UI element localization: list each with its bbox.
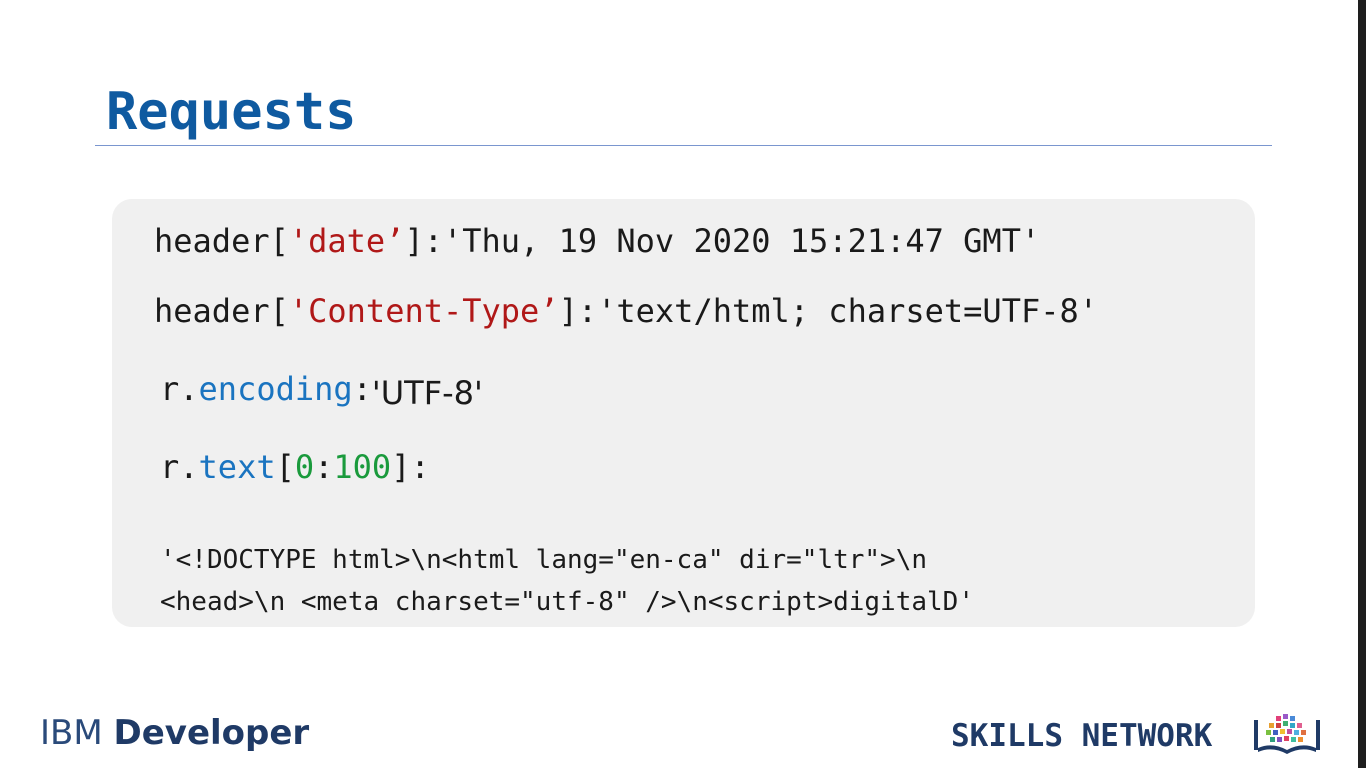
code-token: header[ [154,222,289,260]
window-scrollbar[interactable] [1358,0,1366,768]
code-token: ]: [391,448,430,486]
code-string-key: 'Content-Type’ [288,292,559,330]
skills-network-logo-icon [1254,714,1320,754]
code-string-value: 'UTF-8' [371,374,483,412]
code-number: 100 [333,448,392,486]
code-output-line: <head>\n <meta charset="utf-8" />\n<scri… [160,587,974,617]
code-number: 0 [294,448,315,486]
ibm-wordmark: IBM [40,713,114,753]
code-attribute: text [198,448,276,486]
title-divider [95,145,1272,146]
code-token: ]:'text/html; charset=UTF-8' [558,292,1099,330]
code-block: header['date’]:'Thu, 19 Nov 2020 15:21:4… [112,199,1255,627]
code-token: : [314,448,334,486]
code-line-encoding: r.encoding:'UTF-8' [160,369,483,412]
code-token: [ [275,448,295,486]
ibm-developer-logo: IBM Developer [40,712,309,754]
code-string-key: 'date’ [288,222,405,260]
code-line-header-content-type: header['Content-Type’]:'text/html; chars… [154,291,1098,331]
code-token: : [352,370,372,408]
skills-network-wordmark: SKILLS NETWORK [951,718,1213,754]
code-token: r. [160,370,199,408]
code-line-text-slice: r.text[0:100]: [160,447,430,487]
slide-title: Requests [106,82,357,142]
code-token: r. [160,448,199,486]
code-token: header[ [154,292,289,330]
code-output-line: '<!DOCTYPE html>\n<html lang="en-ca" dir… [160,545,928,575]
code-line-header-date: header['date’]:'Thu, 19 Nov 2020 15:21:4… [154,221,1040,261]
code-attribute: encoding [198,370,353,408]
developer-wordmark: Developer [113,713,310,753]
code-token: ]:'Thu, 19 Nov 2020 15:21:47 GMT' [404,222,1041,260]
